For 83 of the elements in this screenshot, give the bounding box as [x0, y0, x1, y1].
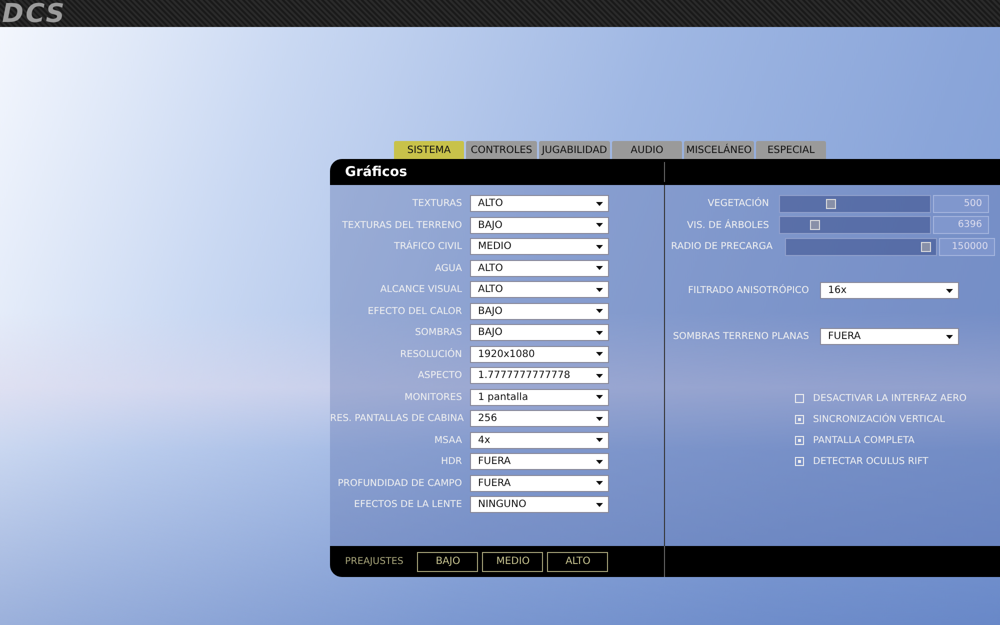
- setting-label: HDR: [440, 456, 462, 468]
- dropdown[interactable]: 1 pantalla: [470, 388, 609, 406]
- preset-button[interactable]: BAJO: [417, 552, 478, 572]
- presets-label: PREAJUSTES: [345, 556, 404, 567]
- setting-label: MONITORES: [404, 392, 462, 403]
- logo: DCS: [2, 2, 66, 26]
- caret-icon: [946, 288, 953, 292]
- slider-track[interactable]: [779, 216, 931, 234]
- setting-label: TEXTURAS DEL TERRENO: [341, 220, 462, 231]
- dropdown[interactable]: 4x: [470, 432, 609, 449]
- slider-track[interactable]: [779, 194, 931, 213]
- dropdown[interactable]: 1920x1080: [470, 346, 609, 363]
- dropdown[interactable]: BAJO: [470, 302, 609, 320]
- caret-icon: [596, 266, 603, 270]
- setting-label: SOMBRAS: [414, 327, 462, 338]
- dropdown[interactable]: ALTO: [470, 195, 609, 212]
- slider-thumb[interactable]: [920, 242, 930, 252]
- checkbox[interactable]: [795, 414, 804, 424]
- slider-value: 6396: [933, 216, 989, 234]
- setting-label: RESOLUCIÓN: [399, 348, 462, 360]
- tab[interactable]: AUDIO: [612, 141, 682, 159]
- caret-icon: [596, 502, 603, 507]
- tab[interactable]: ESPECIAL: [756, 141, 826, 159]
- slider-thumb[interactable]: [810, 220, 820, 230]
- preset-button[interactable]: MEDIO: [482, 552, 544, 572]
- tab[interactable]: JUGABILIDAD: [539, 141, 610, 159]
- checkbox[interactable]: [795, 456, 804, 466]
- tab[interactable]: CONTROLES: [466, 141, 537, 159]
- caret-icon: [596, 395, 603, 400]
- caret-icon: [596, 416, 603, 421]
- checkbox[interactable]: [795, 394, 804, 402]
- setting-label: TRÁFICO CIVIL: [393, 241, 462, 252]
- caret-icon: [596, 438, 603, 442]
- dropdown[interactable]: ALTO: [470, 260, 609, 277]
- setting-label: ALCANCE VISUAL: [379, 284, 462, 296]
- dropdown[interactable]: 1.7777777777778: [470, 367, 609, 384]
- setting-label: MSAA: [433, 434, 462, 446]
- dropdown[interactable]: BAJO: [470, 324, 609, 342]
- caret-icon: [596, 481, 603, 486]
- caret-icon: [596, 223, 603, 228]
- preset-button[interactable]: ALTO: [547, 552, 608, 572]
- checkbox-label: PANTALLA COMPLETA: [813, 434, 915, 446]
- caret-icon: [596, 374, 603, 378]
- dropdown[interactable]: MEDIO: [470, 238, 609, 256]
- setting-label: EFECTOS DE LA LENTE: [352, 499, 462, 510]
- dropdown[interactable]: FUERA: [470, 474, 609, 492]
- checkbox[interactable]: [795, 436, 804, 444]
- slider-value: 500: [933, 194, 989, 213]
- slider-label: RADIO DE PRECARGA: [670, 241, 774, 252]
- caret-icon: [596, 352, 603, 356]
- dropdown[interactable]: FUERA: [820, 328, 959, 345]
- checkbox-label: SINCRONIZACIÓN VERTICAL: [813, 414, 945, 424]
- setting-label: ASPECTO: [416, 370, 462, 382]
- caret-icon: [946, 334, 953, 338]
- slider-label: VEGETACIÓN: [706, 198, 769, 210]
- slider-thumb[interactable]: [826, 198, 836, 209]
- setting-label: SOMBRAS TERRENO PLANAS: [672, 331, 809, 342]
- setting-label: RES. PANTALLAS DE CABINA: [330, 413, 462, 424]
- dropdown[interactable]: NINGUNO: [470, 496, 609, 514]
- setting-label: PROFUNDIDAD DE CAMPO: [336, 478, 462, 489]
- caret-icon: [596, 460, 603, 464]
- setting-label: EFECTO DEL CALOR: [366, 306, 462, 317]
- tab[interactable]: MISCELÁNEO: [684, 141, 754, 159]
- slider-track[interactable]: [785, 238, 937, 256]
- caret-icon: [596, 330, 603, 335]
- caret-icon: [596, 309, 603, 314]
- tab[interactable]: SISTEMA: [394, 141, 464, 159]
- checkbox-label: DETECTAR OCULUS RIFT: [813, 456, 928, 466]
- caret-icon: [596, 202, 603, 206]
- slider-value: 150000: [939, 238, 995, 256]
- setting-label: FILTRADO ANISOTRÓPICO: [686, 285, 809, 296]
- caret-icon: [596, 244, 603, 249]
- dropdown[interactable]: 256: [470, 410, 609, 428]
- checkbox-label: DESACTIVAR LA INTERFAZ AERO: [813, 392, 967, 404]
- dropdown[interactable]: ALTO: [470, 281, 609, 298]
- dropdown[interactable]: FUERA: [470, 453, 609, 470]
- caret-icon: [596, 288, 603, 292]
- setting-label: TEXTURAS: [411, 198, 462, 210]
- setting-label: AGUA: [434, 262, 462, 274]
- dropdown[interactable]: 16x: [820, 282, 959, 299]
- panel-title: Gráficos: [345, 164, 408, 180]
- slider-label: VIS. DE ÁRBOLES: [686, 220, 769, 231]
- dropdown[interactable]: BAJO: [470, 216, 609, 234]
